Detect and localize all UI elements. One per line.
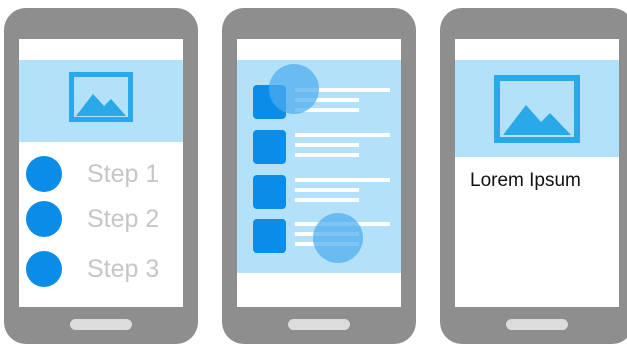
list-item-1[interactable]: [237, 85, 401, 121]
step-label: Step 2: [87, 205, 160, 233]
phone-screen: [237, 39, 401, 307]
step-item-1[interactable]: Step 1: [19, 153, 183, 193]
list-item-line: [295, 143, 359, 147]
list-item-2[interactable]: [237, 130, 401, 166]
hero-banner: [455, 60, 619, 157]
phone-list: [222, 8, 416, 344]
list-item-line: [295, 133, 390, 137]
home-button[interactable]: [506, 319, 568, 330]
list-item-thumbnail: [253, 175, 286, 209]
step-indicator: [26, 156, 62, 192]
step-label: Step 1: [87, 160, 160, 188]
touch-indicator-icon: [269, 64, 319, 114]
detail-body-text: Lorem Ipsum: [470, 170, 581, 191]
list-item-thumbnail: [253, 130, 286, 164]
image-icon: [494, 75, 580, 143]
home-button[interactable]: [70, 319, 132, 330]
step-indicator: [26, 251, 62, 287]
step-item-2[interactable]: Step 2: [19, 198, 183, 238]
list-item-3[interactable]: [237, 175, 401, 211]
list-item-thumbnail: [253, 219, 286, 253]
step-indicator: [26, 201, 62, 237]
phone-screen: Step 1 Step 2 Step 3: [19, 39, 183, 307]
phone-detail: Lorem Ipsum: [440, 8, 627, 344]
phone-steps: Step 1 Step 2 Step 3: [4, 8, 198, 344]
list-item-line: [295, 178, 390, 182]
list-item-line: [295, 198, 359, 202]
phone-screen: Lorem Ipsum: [455, 39, 619, 307]
list-item-line: [295, 153, 359, 157]
hero-banner: [19, 60, 183, 142]
list-panel: [237, 60, 401, 273]
touch-indicator-icon: [313, 213, 363, 263]
step-item-3[interactable]: Step 3: [19, 248, 183, 288]
list-item-line: [295, 188, 359, 192]
image-icon: [69, 72, 133, 122]
step-label: Step 3: [87, 255, 160, 283]
home-button[interactable]: [288, 319, 350, 330]
